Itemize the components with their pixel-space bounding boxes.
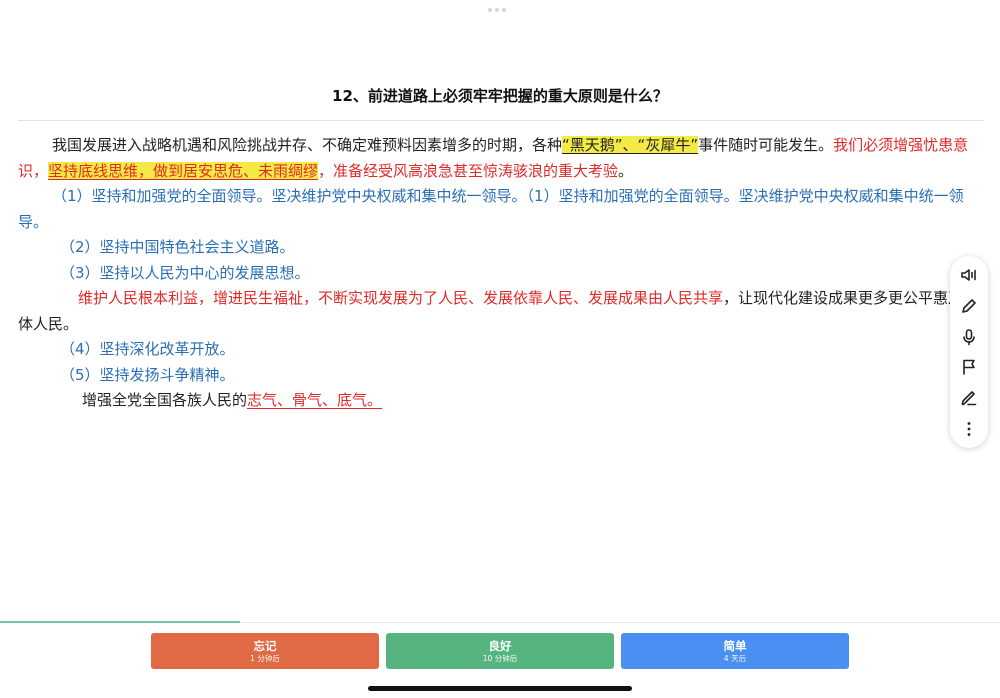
pen-icon[interactable]: [956, 385, 982, 411]
highlighted-key-point: 坚持底线思维，做到居安思危、未雨绸缪: [48, 161, 319, 180]
progress-bar: [0, 621, 240, 623]
forget-button[interactable]: 忘记 1 分钟后: [151, 633, 379, 669]
divider: [18, 120, 984, 121]
flag-icon[interactable]: [956, 354, 982, 380]
highlighted-phrase: “黑天鹅”、“灰犀牛”: [562, 136, 699, 154]
speaker-icon[interactable]: [956, 262, 982, 288]
flashcard-screen: 12、前进道路上必须牢牢把握的重大原则是什么？ 我国发展进入战略机遇和风险挑战并…: [0, 0, 1000, 698]
multitask-handle[interactable]: [488, 8, 506, 12]
question-title: 12、前进道路上必须牢牢把握的重大原则是什么？: [332, 87, 668, 105]
side-toolbar: [950, 256, 988, 448]
principle-3-detail: 维护人民根本利益，增进民生福祉，不断实现发展为了人民、发展依靠人民、发展成果由人…: [18, 289, 979, 333]
principle-2: （2）坚持中国特色社会主义道路。: [60, 238, 295, 256]
answer-intro: 我国发展进入战略机遇和风险挑战并存、不确定难预料因素增多的时期，各种“黑天鹅”、…: [18, 136, 969, 180]
home-indicator[interactable]: [368, 686, 632, 691]
more-icon[interactable]: [956, 416, 982, 442]
microphone-icon[interactable]: [956, 324, 982, 350]
good-button[interactable]: 良好 10 分钟后: [386, 633, 614, 669]
easy-button[interactable]: 简单 4 天后: [621, 633, 849, 669]
principle-5: （5）坚持发扬斗争精神。: [60, 365, 235, 384]
principle-5-detail: 增强全党全国各族人民的志气、骨气、底气。: [82, 391, 383, 409]
answer-body: 我国发展进入战略机遇和风险挑战并存、不确定难预料因素增多的时期，各种“黑天鹅”、…: [18, 133, 984, 414]
pencil-icon[interactable]: [956, 293, 982, 319]
principle-4: （4）坚持深化改革开放。: [60, 340, 235, 358]
principle-1: （1）坚持和加强党的全面领导。坚决维护党中央权威和集中统一领导。（1）坚持和加强…: [18, 187, 964, 231]
principle-3: （3）坚持以人民为中心的发展思想。: [60, 263, 310, 282]
